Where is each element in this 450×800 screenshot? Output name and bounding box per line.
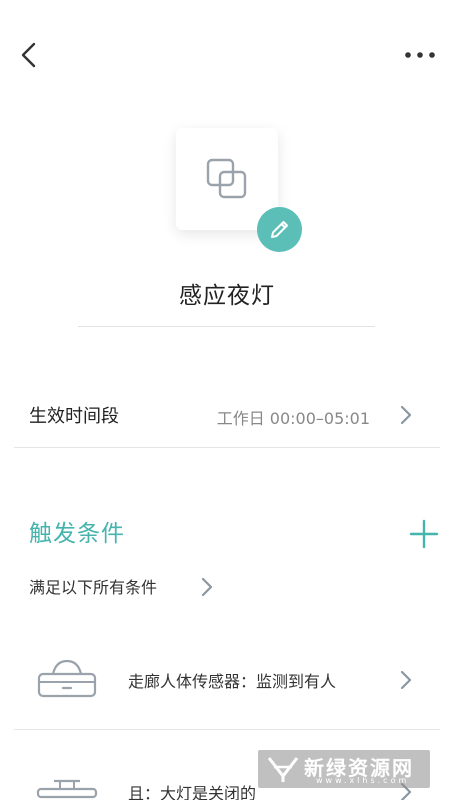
back-button[interactable] (14, 38, 48, 72)
plus-icon (409, 519, 439, 549)
scene-name-title[interactable]: 感应夜灯 (0, 276, 450, 310)
effective-time-label: 生效时间段 (29, 406, 119, 427)
watermark-subtitle: www.xlhs.com (316, 776, 410, 785)
name-underline-divider (78, 326, 375, 327)
chevron-left-icon (21, 42, 36, 68)
ceiling-light-icon (36, 779, 98, 799)
effective-time-row[interactable]: 生效时间段 工作日 00:00–05:01 (14, 385, 440, 447)
chevron-right-icon (201, 577, 213, 597)
effective-time-value: 工作日 00:00–05:01 (216, 409, 370, 428)
chevron-right-icon (400, 405, 412, 425)
more-dots-icon (405, 52, 435, 58)
top-bar (0, 0, 450, 110)
condition-mode-selector[interactable]: 满足以下所有条件 (29, 574, 213, 598)
scene-squares-icon (206, 158, 247, 199)
condition-text: 走廊人体传感器：监测到有人 (128, 672, 337, 691)
watermark: 新绿资源网 www.xlhs.com (258, 750, 430, 788)
chevron-right-icon (400, 670, 412, 690)
trigger-section-title: 触发条件 (29, 521, 125, 547)
edit-scene-button[interactable] (257, 207, 302, 252)
condition-row-motion-sensor[interactable]: 走廊人体传感器：监测到有人 (14, 633, 440, 723)
section-divider (14, 447, 440, 448)
add-condition-button[interactable] (408, 518, 440, 550)
condition-text: 且：大灯是关闭的 (128, 784, 257, 800)
pencil-icon (271, 221, 288, 238)
more-options-button[interactable] (402, 40, 438, 70)
watermark-logo-icon (267, 757, 299, 782)
motion-sensor-icon (37, 659, 97, 698)
condition-mode-label: 满足以下所有条件 (29, 578, 158, 597)
row-divider (14, 729, 440, 730)
